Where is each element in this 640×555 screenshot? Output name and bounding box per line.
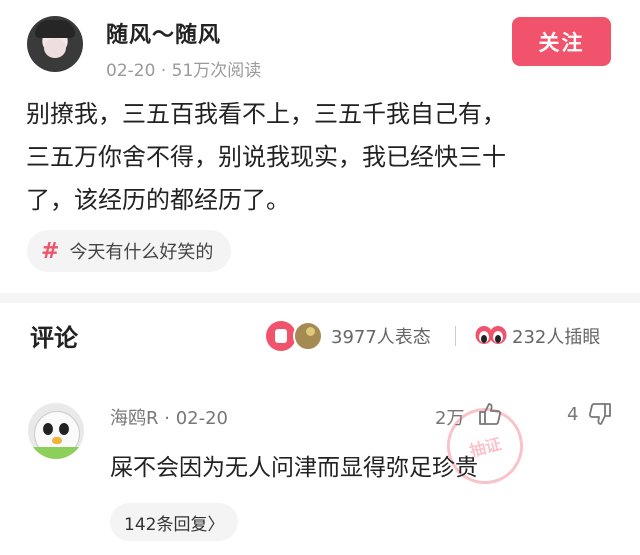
- post-body: 别撩我，三五百我看不上，三五千我自己有， 三五万你舍不得，别说我现实，我已经快三…: [26, 93, 616, 222]
- commenter-avatar[interactable]: [28, 403, 84, 459]
- comment-dislike-count[interactable]: 4: [567, 404, 578, 425]
- thumbs-down-icon[interactable]: [587, 401, 613, 427]
- post-line: 了，该经历的都经历了。: [26, 186, 290, 214]
- hashtag-icon: #: [41, 238, 60, 264]
- avatar-eye: [59, 423, 69, 435]
- topic-label: 今天有什么好笑的: [69, 242, 214, 263]
- meta-separator: ·: [160, 61, 172, 81]
- thumbs-up-icon[interactable]: [477, 401, 503, 427]
- comment-text: 屎不会因为无人问津而显得弥足珍贵: [110, 455, 478, 481]
- comment-date: 02-20: [175, 408, 229, 429]
- eyes-icon[interactable]: [474, 324, 508, 348]
- reaction-like-icon[interactable]: [266, 321, 296, 351]
- follow-button[interactable]: 关注: [512, 17, 611, 66]
- post-line: 三五万你舍不得，别说我现实，我已经快三十: [26, 143, 506, 171]
- comment-meta: 海鸥R · 02-20: [110, 404, 228, 430]
- avatar-beak: [52, 437, 62, 444]
- meta-separator: ·: [164, 408, 176, 429]
- author-name[interactable]: 随风～随风: [106, 17, 221, 49]
- avatar-eye: [43, 423, 53, 435]
- reaction-count[interactable]: 3977人表态: [331, 323, 431, 349]
- comment-like-count[interactable]: 2万: [435, 404, 464, 430]
- reaction-emoji-icon[interactable]: [293, 321, 323, 351]
- avatar-grass: [28, 447, 84, 459]
- topic-chip[interactable]: # 今天有什么好笑的: [27, 230, 232, 272]
- post-line: 别撩我，三五百我看不上，三五千我自己有，: [26, 100, 506, 128]
- author-avatar[interactable]: [27, 16, 83, 72]
- comments-title: 评论: [30, 324, 78, 352]
- view-replies-button[interactable]: 142条回复〉: [110, 503, 239, 541]
- post-date: 02-20: [106, 61, 156, 81]
- insert-count[interactable]: 232人插眼: [512, 323, 600, 349]
- commenter-name[interactable]: 海鸥R: [110, 408, 159, 429]
- section-divider: [0, 293, 640, 303]
- post-meta: 02-20 · 51万次阅读: [106, 56, 261, 81]
- post-views: 51万次阅读: [171, 61, 262, 81]
- header-separator: [455, 326, 456, 346]
